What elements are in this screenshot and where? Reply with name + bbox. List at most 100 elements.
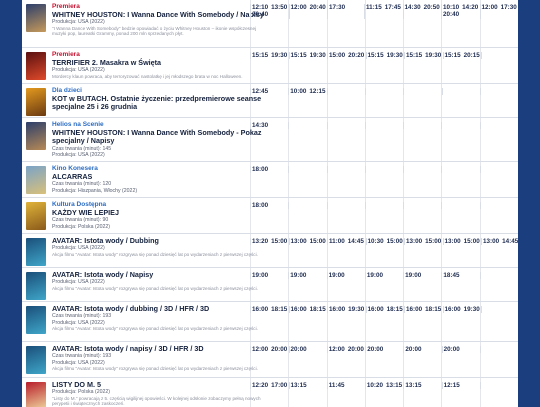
movie-title-link[interactable]: LISTY DO M. 5	[52, 380, 266, 389]
showtime-link[interactable]: 12:15	[309, 88, 325, 95]
showtime-link[interactable]: 16:00	[445, 306, 461, 313]
showtime-link[interactable]: 20:40	[252, 11, 268, 18]
movie-poster[interactable]	[26, 202, 46, 230]
showtime-link[interactable]: 20:00	[291, 346, 307, 353]
showtime-link[interactable]: 11:00	[329, 238, 345, 245]
showtime-link[interactable]: 10:10	[443, 4, 459, 11]
showtime-link[interactable]: 14:30	[405, 4, 421, 11]
showtime-link[interactable]: 16:00	[368, 306, 384, 313]
movie-title-link[interactable]: WHITNEY HOUSTON: I Wanna Dance With Some…	[52, 10, 266, 19]
showtime-link[interactable]: 15:00	[387, 238, 403, 245]
showtime-link[interactable]: 13:00	[291, 238, 307, 245]
showtime-link[interactable]: 20:00	[348, 346, 364, 353]
showtime-link[interactable]: 16:00	[406, 306, 422, 313]
showtime-link[interactable]: 13:00	[445, 238, 461, 245]
showtime-link[interactable]: 15:00	[329, 52, 345, 59]
showtime-link[interactable]: 18:15	[387, 306, 403, 313]
showtime-link[interactable]: 19:30	[464, 306, 480, 313]
showtime-link[interactable]: 20:00	[367, 346, 383, 353]
movie-title-link[interactable]: AVATAR: Istota wody / Dubbing	[52, 236, 266, 245]
showtime-link[interactable]: 19:00	[329, 272, 345, 279]
showtime-link[interactable]: 20:40	[443, 11, 459, 18]
movie-poster[interactable]	[26, 52, 46, 80]
showtime-link[interactable]: 13:00	[406, 238, 422, 245]
showtime-link[interactable]: 18:45	[443, 272, 459, 279]
showtime-link[interactable]: 20:40	[310, 4, 326, 11]
showtime-link[interactable]: 18:15	[310, 306, 326, 313]
movie-poster[interactable]	[26, 346, 46, 374]
showtime-link[interactable]: 10:20	[367, 382, 383, 389]
showtime-link[interactable]: 16:00	[252, 306, 268, 313]
movie-poster[interactable]	[26, 4, 46, 32]
movie-title-link[interactable]: WHITNEY HOUSTON: I Wanna Dance With Some…	[52, 128, 266, 146]
showtime-link[interactable]: 19:30	[310, 52, 326, 59]
movie-title-link[interactable]: TERRIFIER 2. Masakra w Święta	[52, 58, 266, 67]
showtime-link[interactable]: 15:00	[271, 238, 287, 245]
showtime-link[interactable]: 14:45	[502, 238, 518, 245]
showtime-link[interactable]: 12:45	[252, 88, 268, 95]
showtime-link[interactable]: 12:10	[252, 4, 268, 11]
showtime-link[interactable]: 11:45	[329, 382, 345, 389]
showtime-link[interactable]: 15:00	[464, 238, 480, 245]
showtime-link[interactable]: 13:15	[386, 382, 402, 389]
showtime-link[interactable]: 19:30	[425, 52, 441, 59]
showtime-link[interactable]: 13:20	[252, 238, 268, 245]
showtime-link[interactable]: 20:20	[348, 52, 364, 59]
showtime-link[interactable]: 17:00	[271, 382, 287, 389]
showtime-link[interactable]: 19:00	[367, 272, 383, 279]
movie-title-link[interactable]: AVATAR: Istota wody / dubbing / 3D / HFR…	[52, 304, 266, 313]
showtime-link[interactable]: 20:15	[464, 52, 480, 59]
showtime-link[interactable]: 18:15	[271, 306, 287, 313]
showtime-link[interactable]: 15:00	[310, 238, 326, 245]
showtime-link[interactable]: 10:00	[290, 88, 306, 95]
showtime-link[interactable]: 20:50	[424, 4, 440, 11]
showtime-link[interactable]: 19:00	[405, 272, 421, 279]
showtime-link[interactable]: 17:45	[385, 4, 401, 11]
showtime-link[interactable]: 15:15	[368, 52, 384, 59]
showtime-link[interactable]: 12:00	[329, 346, 345, 353]
showtime-link[interactable]: 15:15	[252, 52, 268, 59]
showtime-link[interactable]: 11:15	[366, 4, 382, 11]
showtime-link[interactable]: 19:00	[252, 272, 268, 279]
movie-poster[interactable]	[26, 306, 46, 334]
showtime-link[interactable]: 17:30	[329, 4, 345, 11]
showtime-link[interactable]: 12:20	[252, 382, 268, 389]
movie-title-link[interactable]: AVATAR: Istota wody / napisy / 3D / HFR …	[52, 344, 266, 353]
showtime-link[interactable]: 18:00	[252, 202, 268, 209]
showtime-link[interactable]: 15:00	[425, 238, 441, 245]
showtime-link[interactable]: 18:00	[252, 166, 268, 173]
movie-poster[interactable]	[26, 272, 46, 300]
showtime-link[interactable]: 16:00	[329, 306, 345, 313]
showtime-link[interactable]: 15:15	[445, 52, 461, 59]
showtime-link[interactable]: 14:20	[462, 4, 478, 11]
movie-poster[interactable]	[26, 166, 46, 194]
movie-title-link[interactable]: AVATAR: Istota wody / Napisy	[52, 270, 266, 279]
showtime-link[interactable]: 20:00	[271, 346, 287, 353]
showtime-link[interactable]: 12:15	[444, 382, 460, 389]
showtime-link[interactable]: 15:15	[291, 52, 307, 59]
showtime-link[interactable]: 12:00	[252, 346, 268, 353]
showtime-link[interactable]: 19:00	[290, 272, 306, 279]
movie-poster[interactable]	[26, 122, 46, 150]
showtime-link[interactable]: 12:00	[291, 4, 307, 11]
showtime-link[interactable]: 13:00	[483, 238, 499, 245]
showtime-link[interactable]: 19:30	[348, 306, 364, 313]
showtime-link[interactable]: 18:15	[425, 306, 441, 313]
showtime-link[interactable]: 19:30	[387, 52, 403, 59]
showtime-link[interactable]: 19:30	[271, 52, 287, 59]
showtime-link[interactable]: 14:30	[252, 122, 268, 129]
showtime-link[interactable]: 10:30	[368, 238, 384, 245]
showtime-link[interactable]: 16:00	[291, 306, 307, 313]
showtime-link[interactable]: 17:30	[501, 4, 517, 11]
showtime-link[interactable]: 20:00	[405, 346, 421, 353]
showtime-link[interactable]: 20:00	[444, 346, 460, 353]
movie-title-link[interactable]: ALCARRAS	[52, 172, 266, 181]
movie-poster[interactable]	[26, 88, 46, 116]
movie-title-link[interactable]: KAŻDY WIE LEPIEJ	[52, 208, 266, 217]
movie-poster[interactable]	[26, 382, 46, 407]
showtime-link[interactable]: 15:15	[406, 52, 422, 59]
showtime-link[interactable]: 14:45	[348, 238, 364, 245]
showtime-link[interactable]: 13:15	[405, 382, 421, 389]
showtime-link[interactable]: 13:50	[271, 4, 287, 11]
showtime-link[interactable]: 13:15	[291, 382, 307, 389]
